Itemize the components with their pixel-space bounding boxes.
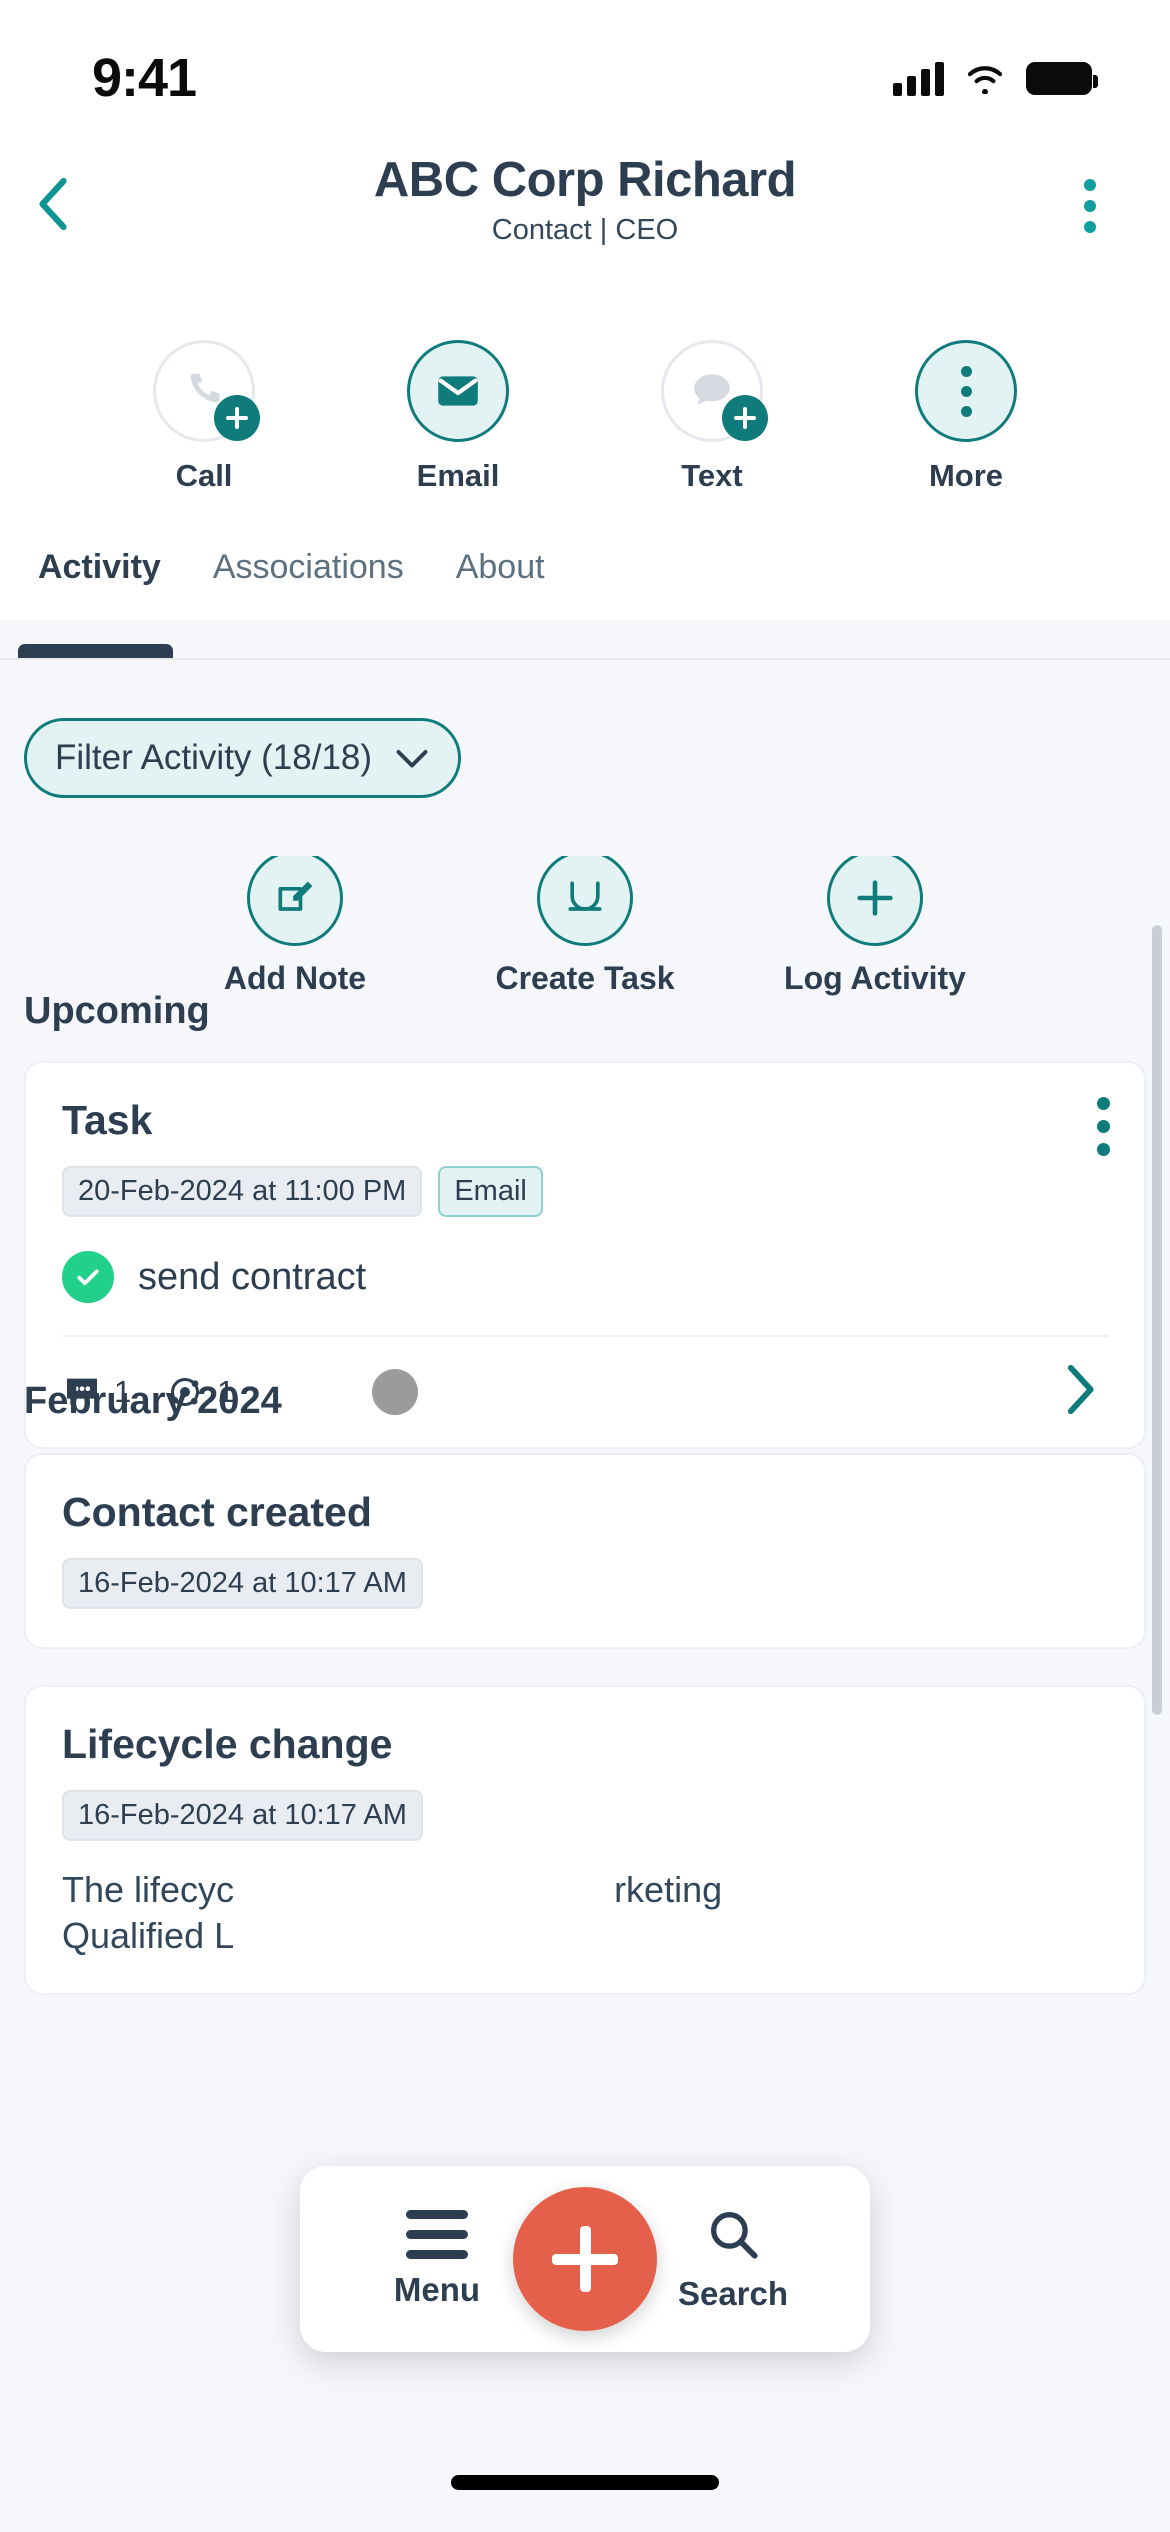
section-upcoming-heading: Upcoming [24,990,210,1032]
phone-screen: 9:41 ABC Corp Richard Contact | CEO Call… [0,0,1170,2532]
create-task-circle [537,850,633,946]
chevron-left-icon [39,177,67,231]
quick-action-create-task[interactable]: Create Task [470,850,700,1010]
kebab-dot [1097,1143,1110,1156]
activity-card-contact-created[interactable]: Contact created 16-Feb-2024 at 10:17 AM [24,1453,1146,1649]
status-bar: 9:41 [0,0,1170,130]
task-card-title: Task [62,1097,153,1143]
action-call[interactable]: Call [99,340,309,520]
wifi-icon [967,66,1003,94]
envelope-icon [438,376,478,406]
header-titles: ABC Corp Richard Contact | CEO [0,130,1170,247]
kebab-menu-icon [960,365,972,417]
contact-created-date-badge: 16-Feb-2024 at 10:17 AM [62,1558,423,1609]
section-february-2024: February 2024 Contact created 16-Feb-202… [0,1380,1170,1996]
lifecycle-body-line1-tail: rketing [614,1869,723,1910]
lifecycle-body-line1-head: The lifecyc [62,1869,235,1910]
note-edit-icon [278,881,313,911]
floating-bottom-bar: Menu Search [300,2166,870,2352]
add-note-circle [247,850,343,946]
contact-created-meta: 16-Feb-2024 at 10:17 AM [62,1558,1108,1609]
kebab-dot [1084,221,1096,233]
check-icon [77,1269,99,1286]
filter-activity-button[interactable]: Filter Activity (18/18) [24,718,462,798]
kebab-dot [1084,200,1096,212]
tab-active-indicator [18,644,173,658]
contact-created-title: Contact created [62,1489,372,1535]
plus-icon [857,880,893,916]
log-activity-circle [827,850,923,946]
home-indicator [451,2475,719,2490]
task-title-text: send contract [138,1255,367,1298]
action-email-label: Email [416,458,500,493]
filter-activity-label: Filter Activity (18/18) [55,738,373,777]
quick-action-row: Add Note Create Task Log Activity [0,850,1170,1010]
lifecycle-change-date-badge: 16-Feb-2024 at 10:17 AM [62,1790,423,1841]
status-bar-icons [893,60,1098,96]
tab-about[interactable]: About [456,548,545,593]
call-add-badge [214,395,260,441]
task-icon [568,881,602,911]
search-icon [711,2212,758,2259]
lifecycle-change-meta: 16-Feb-2024 at 10:17 AM [62,1790,1108,1841]
search-button[interactable]: Search [658,2205,808,2313]
header-overflow-button[interactable] [1058,170,1122,242]
task-row[interactable]: send contract [62,1251,1108,1303]
tab-bar: Activity Associations About [0,520,1170,620]
task-card-meta: 20-Feb-2024 at 11:00 PM Email [62,1166,1108,1217]
call-button-circle [153,340,260,442]
filter-bar: Filter Activity (18/18) [0,660,1170,856]
quick-action-add-note[interactable]: Add Note [180,850,410,1010]
action-text[interactable]: Text [607,340,817,520]
create-fab-button[interactable] [513,2187,657,2331]
action-call-label: Call [175,458,233,493]
status-bar-clock: 9:41 [92,48,197,108]
action-more[interactable]: More [861,340,1071,520]
action-text-label: Text [681,458,743,493]
menu-button[interactable]: Menu [362,2209,512,2309]
chevron-down-icon [396,750,428,768]
task-card-overflow-button[interactable] [1097,1097,1110,1156]
action-email[interactable]: Email [353,340,563,520]
hamburger-icon [406,2209,468,2259]
kebab-dot [1084,179,1096,191]
kebab-dot [1097,1120,1110,1133]
back-button[interactable] [18,168,90,240]
text-add-badge [722,395,768,441]
activity-card-lifecycle-change[interactable]: Lifecycle change 16-Feb-2024 at 10:17 AM… [24,1685,1146,1996]
quick-action-log-activity[interactable]: Log Activity [760,850,990,1010]
email-button-circle [407,340,509,442]
task-complete-checkbox[interactable] [62,1251,114,1303]
page-subtitle: Contact | CEO [491,214,679,246]
page-header: ABC Corp Richard Contact | CEO [0,130,1170,340]
lifecycle-change-title: Lifecycle change [62,1721,393,1767]
lifecycle-body-line2: Qualified L [62,1915,235,1957]
kebab-dot [1097,1097,1110,1110]
vertical-scrollbar[interactable] [1152,925,1162,1715]
more-button-circle [915,340,1017,442]
task-type-badge: Email [438,1166,543,1217]
section-february-heading: February 2024 [24,1380,282,1422]
task-date-badge: 20-Feb-2024 at 11:00 PM [62,1166,423,1217]
lifecycle-change-body: The lifecyc rketing Qualified L [62,1867,1108,1993]
text-button-circle [661,340,768,442]
battery-icon [1026,61,1098,95]
cellular-signal-icon [893,60,944,96]
action-more-label: More [928,458,1004,493]
tab-associations[interactable]: Associations [213,548,404,593]
tab-activity[interactable]: Activity [38,548,161,593]
primary-action-row: Call Email Text More [0,340,1170,520]
menu-label: Menu [393,2270,481,2308]
page-title: ABC Corp Richard [373,153,797,207]
search-label: Search [677,2275,789,2312]
